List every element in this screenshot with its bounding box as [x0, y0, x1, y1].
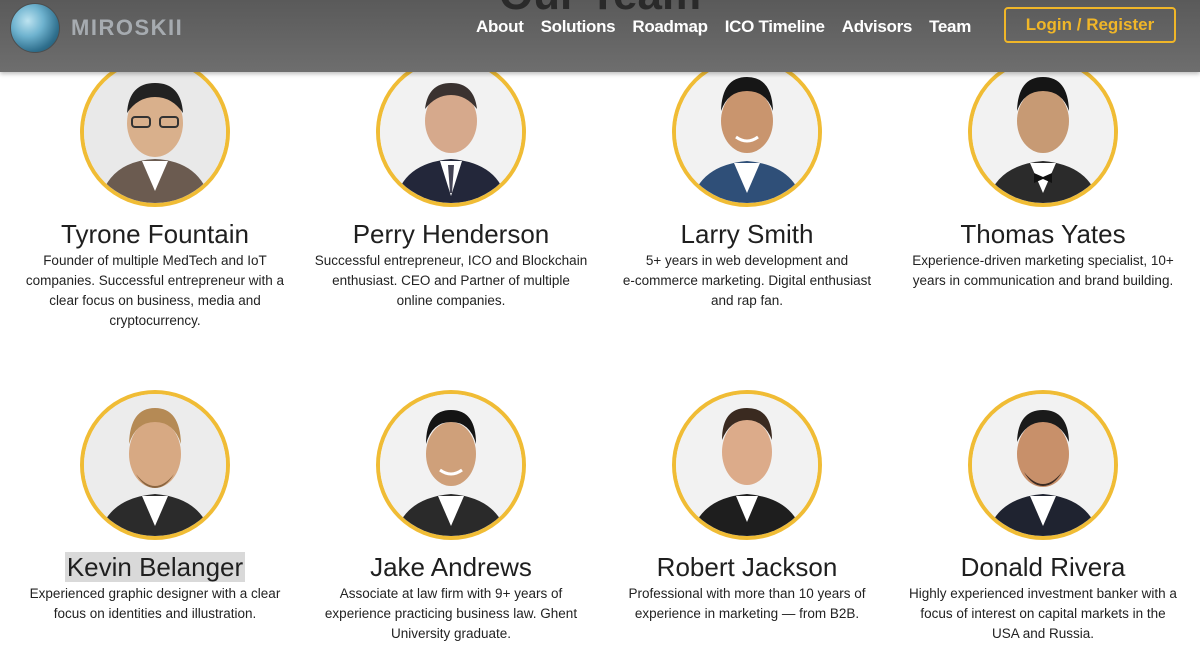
member-name: Perry Henderson: [352, 219, 550, 249]
team-member-card: Tyrone Fountain Founder of multiple MedT…: [7, 57, 303, 331]
member-name: Thomas Yates: [960, 219, 1126, 249]
member-bio: Professional with more than 10 years of e…: [628, 586, 866, 621]
member-name: Tyrone Fountain: [61, 219, 249, 249]
team-member-card: Robert Jackson Professional with more th…: [599, 390, 895, 624]
member-photo: [968, 57, 1118, 207]
member-bio: Founder of multiple MedTech and IoT compa…: [25, 253, 285, 328]
member-name: Larry Smith: [680, 219, 814, 249]
top-navbar: Our Team MIROSKII About Solutions Roadma…: [0, 0, 1200, 72]
logo-text[interactable]: MIROSKII: [71, 15, 183, 41]
member-name: Donald Rivera: [960, 552, 1126, 582]
team-member-card: Donald Rivera Highly experienced investm…: [895, 390, 1191, 644]
member-bio: Associate at law firm with 9+ years of ex…: [324, 586, 578, 641]
logo-icon[interactable]: [10, 3, 60, 53]
member-photo: [376, 390, 526, 540]
member-photo: [80, 390, 230, 540]
team-grid: Tyrone Fountain Founder of multiple MedT…: [0, 0, 1200, 654]
member-bio: Successful entrepreneur, ICO and Blockch…: [314, 253, 588, 308]
member-bio: 5+ years in web development and e-commerc…: [622, 253, 872, 308]
nav-solutions[interactable]: Solutions: [541, 17, 616, 37]
member-photo: [968, 390, 1118, 540]
team-member-card: Thomas Yates Experience-driven marketing…: [895, 57, 1191, 291]
nav-advisors[interactable]: Advisors: [842, 17, 913, 37]
nav-team[interactable]: Team: [929, 17, 971, 37]
member-bio: Experienced graphic designer with a clea…: [29, 586, 281, 621]
nav-roadmap[interactable]: Roadmap: [632, 17, 708, 37]
team-member-card: Jake Andrews Associate at law firm with …: [303, 390, 599, 644]
login-register-button[interactable]: Login / Register: [1004, 7, 1176, 43]
member-name: Robert Jackson: [656, 552, 838, 582]
member-name: Kevin Belanger: [7, 550, 303, 584]
team-member-card: Perry Henderson Successful entrepreneur,…: [303, 57, 599, 311]
main-nav: About Solutions Roadmap ICO Timeline Adv…: [476, 17, 971, 37]
member-bio: Experience-driven marketing specialist, …: [912, 253, 1174, 288]
nav-ico-timeline[interactable]: ICO Timeline: [725, 17, 825, 37]
member-name: Jake Andrews: [370, 552, 532, 582]
team-member-card: Kevin Belanger Experienced graphic desig…: [7, 390, 303, 624]
team-member-card: Larry Smith 5+ years in web development …: [599, 57, 895, 311]
member-name-text: Kevin Belanger: [64, 552, 246, 582]
member-bio: Highly experienced investment banker wit…: [909, 586, 1177, 641]
member-photo: [672, 390, 822, 540]
member-photo: [80, 57, 230, 207]
member-photo: [376, 57, 526, 207]
member-photo: [672, 57, 822, 207]
nav-about[interactable]: About: [476, 17, 524, 37]
